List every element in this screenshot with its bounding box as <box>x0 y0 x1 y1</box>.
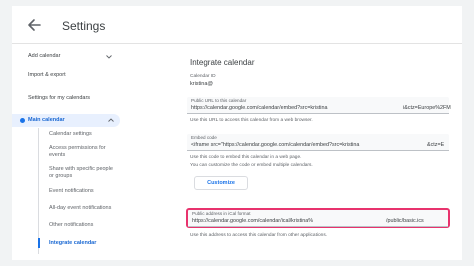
sidebar-item-calendar-settings[interactable]: Calendar settings <box>49 131 92 138</box>
field-label: Public address in iCal format <box>192 211 251 216</box>
field-label: Public URL to this calendar <box>191 98 247 103</box>
sidebar-item-label: Main calendar <box>28 117 65 123</box>
field-label: Embed code <box>191 135 217 140</box>
ical-address-field[interactable]: Public address in iCal format https://ca… <box>188 210 448 227</box>
sidebar-item-event-notifications[interactable]: Event notifications <box>49 188 94 195</box>
calendar-color-dot <box>20 118 25 123</box>
sidebar-item-allday-notifications[interactable]: All-day event notifications <box>49 205 111 212</box>
sidebar-item-add-calendar[interactable]: Add calendar <box>28 53 60 59</box>
back-arrow-icon[interactable] <box>26 17 42 33</box>
embed-code-value-tail: &ctz=E <box>427 142 445 148</box>
page-title: Settings <box>62 19 106 33</box>
settings-window: Settings Add calendar Import & export Se… <box>12 6 462 260</box>
sidebar-item-integrate-calendar[interactable]: Integrate calendar <box>49 240 96 247</box>
sidebar-item-share[interactable]: Share with specific people or groups <box>49 166 119 180</box>
calendar-id-label: Calendar ID <box>190 74 216 79</box>
settings-header: Settings <box>12 6 462 44</box>
ical-help: Use this address to access this calendar… <box>190 233 328 238</box>
public-url-value[interactable]: https://calendar.google.com/calendar/emb… <box>191 105 328 111</box>
embed-code-help-customize: You can customize the code or embed mult… <box>190 163 313 168</box>
chevron-up-icon[interactable] <box>108 118 114 122</box>
sidebar-item-main-calendar[interactable]: Main calendar <box>12 114 120 127</box>
active-indicator <box>38 238 40 248</box>
calendar-id-value: kristina@ <box>190 81 214 87</box>
section-title: Integrate calendar <box>190 58 255 67</box>
sidebar-heading-my-calendars: Settings for my calendars <box>28 95 91 101</box>
chevron-down-icon[interactable] <box>106 55 112 59</box>
sidebar-item-access-permissions[interactable]: Access permissions for events <box>49 145 117 159</box>
ical-address-value-tail: /public/basic.ics <box>386 218 424 224</box>
settings-sidebar: Add calendar Import & export Settings fo… <box>12 44 122 260</box>
embed-code-value[interactable]: <iframe src="https://calendar.google.com… <box>191 142 359 148</box>
public-url-field[interactable]: Public URL to this calendar https://cale… <box>187 97 451 114</box>
public-url-help: Use this URL to access this calendar fro… <box>190 118 313 123</box>
embed-code-help: Use this code to embed this calendar in … <box>190 155 302 160</box>
embed-code-field[interactable]: Embed code <iframe src="https://calendar… <box>187 134 449 151</box>
customize-button[interactable]: Customize <box>194 176 248 190</box>
sidebar-rail <box>38 128 39 254</box>
ical-address-value[interactable]: https://calendar.google.com/calendar/ica… <box>192 218 313 224</box>
sidebar-item-import-export[interactable]: Import & export <box>28 72 66 78</box>
public-url-value-tail: i&ctz=Europe%2FM <box>403 105 451 111</box>
sidebar-item-other-notifications[interactable]: Other notifications <box>49 222 93 229</box>
